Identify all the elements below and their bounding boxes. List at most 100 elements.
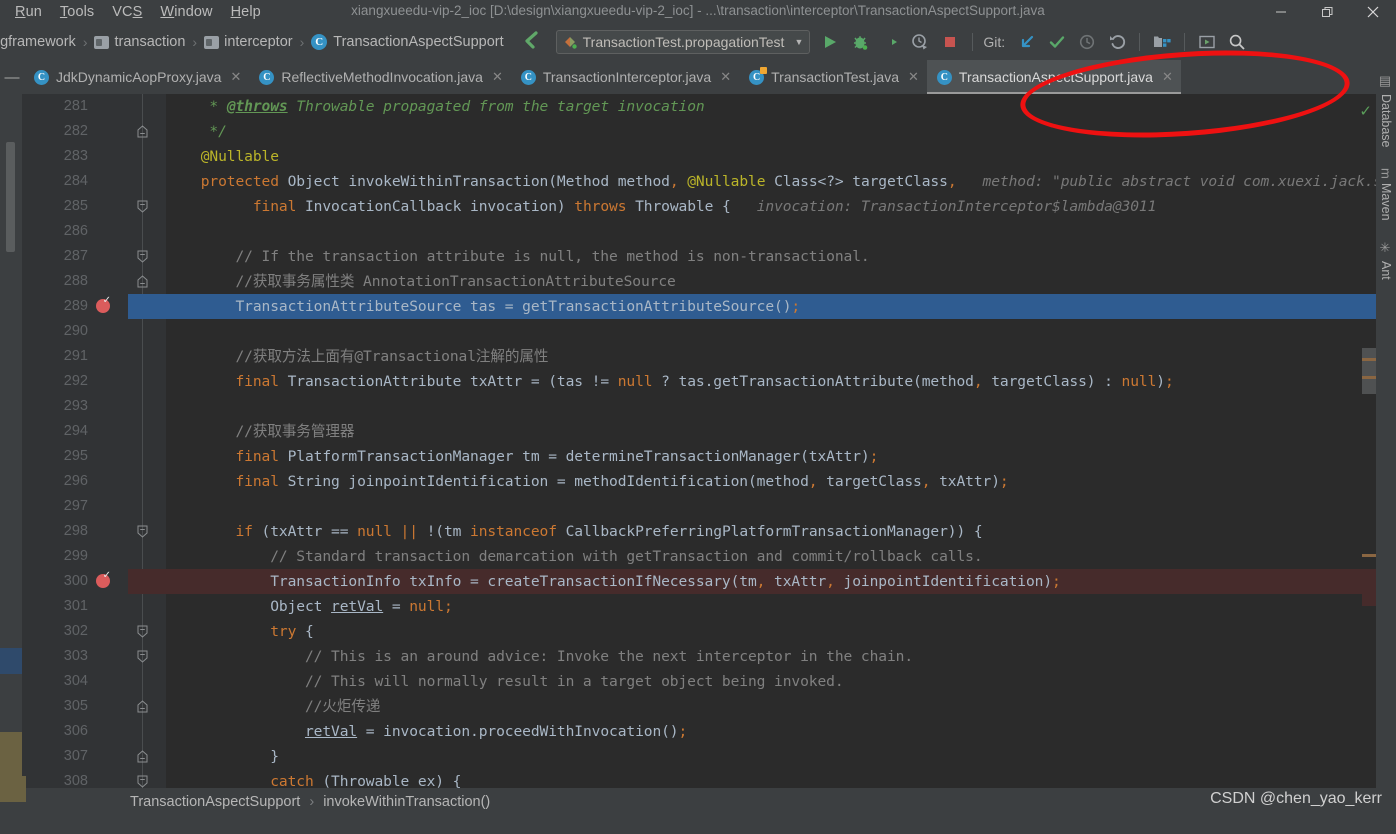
editor-tab-transactionaspectsupport[interactable]: C TransactionAspectSupport.java ✕ [926,60,1181,94]
menu-item-run[interactable]: Run [6,2,51,22]
line-number[interactable]: 297 [22,494,88,519]
code-line[interactable]: 298 if (txAttr == null || !(tm instanceo… [22,519,1396,544]
close-icon[interactable]: ✕ [230,69,241,85]
code-line[interactable]: 301 Object retVal = null; [22,594,1396,619]
menu-item-window[interactable]: Window [151,2,221,22]
nav-crumb-package[interactable]: ngframework [0,34,76,50]
close-button[interactable] [1350,0,1396,24]
close-icon[interactable]: ✕ [492,69,503,85]
line-number[interactable]: 289 [22,294,88,319]
editor-tab-transactiontest[interactable]: C TransactionTest.java ✕ [739,60,927,94]
line-number[interactable]: 303 [22,644,88,669]
code-line[interactable]: 296 final String joinpointIdentification… [22,469,1396,494]
line-number[interactable]: 282 [22,119,88,144]
code-line[interactable]: 297 [22,494,1396,519]
line-number[interactable]: 294 [22,419,88,444]
run-button[interactable] [816,28,844,56]
code-line[interactable]: 292 final TransactionAttribute txAttr = … [22,369,1396,394]
code-line[interactable]: 305 //火炬传递 [22,694,1396,719]
line-number[interactable]: 290 [22,319,88,344]
editor-tab-reflectivemethodinvocation[interactable]: C ReflectiveMethodInvocation.java ✕ [249,60,510,94]
close-icon[interactable]: ✕ [720,69,731,85]
commit-button[interactable] [1043,28,1071,56]
code-line[interactable]: 286 [22,219,1396,244]
code-line[interactable]: 289 TransactionAttributeSource tas = get… [22,294,1396,319]
tool-window-maven[interactable]: m Maven [1377,162,1396,235]
line-number[interactable]: 293 [22,394,88,419]
fold-start-icon[interactable] [135,250,149,263]
stop-button[interactable] [936,28,964,56]
editor-tab-jdkdynamicaopproxy[interactable]: C JdkDynamicAopProxy.java ✕ [24,60,249,94]
search-everywhere-button[interactable] [1223,28,1251,56]
code-lines-container[interactable]: 281 * @throws Throwable propagated from … [22,94,1396,788]
line-number[interactable]: 287 [22,244,88,269]
scrollbar-thumb[interactable] [6,142,15,252]
breadcrumb-item-class[interactable]: TransactionAspectSupport [130,794,300,810]
line-number[interactable]: 292 [22,369,88,394]
menu-item-help[interactable]: Help [222,2,270,22]
close-icon[interactable]: ✕ [908,69,919,85]
line-number[interactable]: 281 [22,94,88,119]
fold-end-icon[interactable] [135,125,149,138]
line-number[interactable]: 308 [22,769,88,788]
fold-start-icon[interactable] [135,775,149,788]
profile-button[interactable] [906,28,934,56]
breadcrumb-item-method[interactable]: invokeWithinTransaction() [323,794,490,810]
code-line[interactable]: 303 // This is an around advice: Invoke … [22,644,1396,669]
hide-tabs-button[interactable]: — [0,60,24,94]
line-number[interactable]: 306 [22,719,88,744]
menu-item-vcs[interactable]: VCS [103,2,151,22]
run-with-coverage-button[interactable] [876,28,904,56]
code-line[interactable]: 293 [22,394,1396,419]
vertical-scrollbar-thumb[interactable] [1362,348,1376,394]
code-line[interactable]: 283 @Nullable [22,144,1396,169]
tool-window-ant[interactable]: ✳ Ant [1377,235,1396,294]
line-number[interactable]: 302 [22,619,88,644]
code-line[interactable]: 282 */ [22,119,1396,144]
code-line[interactable]: 300 TransactionInfo txInfo = createTrans… [22,569,1396,594]
line-number[interactable]: 304 [22,669,88,694]
fold-end-icon[interactable] [135,750,149,763]
line-number[interactable]: 296 [22,469,88,494]
code-line[interactable]: 306 retVal = invocation.proceedWithInvoc… [22,719,1396,744]
code-rows[interactable]: 281 * @throws Throwable propagated from … [22,94,1396,788]
line-number[interactable]: 301 [22,594,88,619]
nav-crumb-interceptor[interactable]: interceptor [204,34,293,50]
line-number[interactable]: 298 [22,519,88,544]
fold-start-icon[interactable] [135,650,149,663]
nav-crumb-transaction[interactable]: transaction [94,34,185,50]
code-line[interactable]: 290 [22,319,1396,344]
line-number[interactable]: 305 [22,694,88,719]
maximize-button[interactable] [1304,0,1350,24]
line-number[interactable]: 307 [22,744,88,769]
code-line[interactable]: 291 //获取方法上面有@Transactional注解的属性 [22,344,1396,369]
line-number[interactable]: 291 [22,344,88,369]
breakpoint-icon[interactable] [96,295,111,313]
minimize-button[interactable] [1258,0,1304,24]
line-number[interactable]: 299 [22,544,88,569]
fold-start-icon[interactable] [135,525,149,538]
code-line[interactable]: 288 //获取事务属性类 AnnotationTransactionAttri… [22,269,1396,294]
update-project-button[interactable] [1013,28,1041,56]
history-button[interactable] [1073,28,1101,56]
nav-crumb-class[interactable]: C TransactionAspectSupport [311,34,504,50]
debug-button[interactable] [846,28,874,56]
code-line[interactable]: 284 protected Object invokeWithinTransac… [22,169,1396,194]
line-number[interactable]: 285 [22,194,88,219]
code-line[interactable]: 287 // If the transaction attribute is n… [22,244,1396,269]
rollback-button[interactable] [1103,28,1131,56]
code-line[interactable]: 294 //获取事务管理器 [22,419,1396,444]
code-line[interactable]: 299 // Standard transaction demarcation … [22,544,1396,569]
line-number[interactable]: 295 [22,444,88,469]
chevron-down-icon[interactable]: ▼ [794,37,803,47]
line-number[interactable]: 288 [22,269,88,294]
breakpoint-icon[interactable] [96,570,111,588]
line-number[interactable]: 286 [22,219,88,244]
fold-end-icon[interactable] [135,275,149,288]
fold-start-icon[interactable] [135,200,149,213]
build-arrow-icon[interactable] [520,29,542,56]
project-structure-button[interactable] [1148,28,1176,56]
line-number[interactable]: 300 [22,569,88,594]
close-icon[interactable]: ✕ [1162,69,1173,85]
tool-window-database[interactable]: ▤ Database [1377,68,1396,162]
